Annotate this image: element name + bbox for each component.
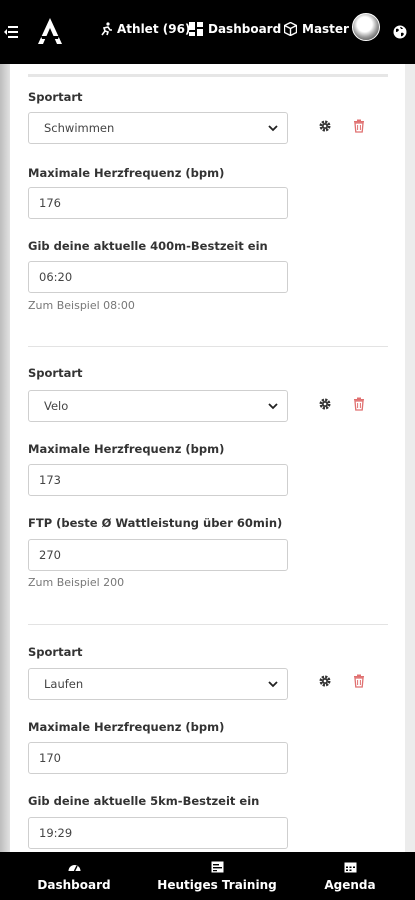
sport-type-value: Schwimmen: [44, 121, 115, 135]
max-heart-rate-input[interactable]: 173: [28, 464, 288, 496]
trash-icon[interactable]: [352, 397, 366, 411]
master-menu-label: Master: [302, 22, 349, 36]
performance-hint: Zum Beispiel 08:00: [28, 299, 135, 312]
max-heart-rate-label: Maximale Herzfrequenz (bpm): [28, 166, 225, 180]
dashboard-menu-label: Dashboard: [208, 22, 282, 36]
sport-type-select[interactable]: Schwimmen: [28, 112, 288, 144]
performance-value: 270: [39, 548, 61, 562]
sport-type-value: Laufen: [44, 677, 84, 691]
cube-icon: [284, 22, 297, 36]
performance-label: Gib deine aktuelle 5km-Bestzeit ein: [28, 794, 260, 808]
performance-value: 19:29: [39, 826, 73, 840]
sport-type-label: Sportart: [28, 90, 83, 104]
brand-logo-icon[interactable]: [38, 18, 62, 44]
sport-settings-panel: Sportart Schwimmen Maximale Herzfrequenz…: [10, 64, 405, 852]
trash-icon[interactable]: [352, 119, 366, 133]
gear-icon[interactable]: [318, 397, 332, 411]
right-edge: [405, 64, 415, 852]
divider: [28, 74, 388, 77]
section-divider: [28, 624, 388, 625]
athlete-menu-button[interactable]: Athlet (96): [99, 22, 190, 36]
sidebar-edge: [0, 64, 10, 852]
sport-type-select[interactable]: Velo: [28, 390, 288, 422]
chevron-down-icon: [268, 403, 278, 410]
max-heart-rate-value: 170: [39, 751, 61, 765]
globe-icon[interactable]: [393, 25, 407, 39]
performance-input[interactable]: 06:20: [28, 261, 288, 293]
master-menu-button[interactable]: Master: [284, 22, 349, 36]
trash-icon[interactable]: [352, 674, 366, 688]
nav-agenda-label: Agenda: [324, 877, 376, 892]
max-heart-rate-input[interactable]: 176: [28, 187, 288, 219]
dashboard-icon: [189, 22, 203, 36]
performance-input[interactable]: 270: [28, 539, 288, 571]
training-card-icon: [211, 861, 223, 872]
top-navigation-bar: Athlet (96) Dashboard Master: [0, 0, 415, 64]
nav-dashboard-label: Dashboard: [37, 877, 111, 892]
performance-label: Gib deine aktuelle 400m-Bestzeit ein: [28, 239, 268, 253]
nav-dashboard[interactable]: Dashboard: [37, 852, 111, 900]
nav-agenda[interactable]: Agenda: [324, 852, 376, 900]
dashboard-menu-button[interactable]: Dashboard: [189, 22, 281, 36]
speedometer-icon: [68, 864, 80, 871]
max-heart-rate-label: Maximale Herzfrequenz (bpm): [28, 720, 225, 734]
sport-type-label: Sportart: [28, 366, 83, 380]
max-heart-rate-value: 173: [39, 473, 61, 487]
section-divider: [28, 346, 388, 347]
sport-type-value: Velo: [44, 399, 69, 413]
sport-type-label: Sportart: [28, 645, 83, 659]
max-heart-rate-label: Maximale Herzfrequenz (bpm): [28, 442, 225, 456]
gear-icon[interactable]: [318, 674, 332, 688]
nav-todays-training[interactable]: Heutiges Training: [157, 852, 277, 900]
performance-input[interactable]: 19:29: [28, 817, 288, 849]
max-heart-rate-input[interactable]: 170: [28, 742, 288, 774]
max-heart-rate-value: 176: [39, 196, 61, 210]
running-icon: [101, 22, 112, 36]
calendar-icon: [344, 862, 356, 872]
performance-hint: Zum Beispiel 200: [28, 576, 125, 589]
nav-todays-training-label: Heutiges Training: [157, 877, 277, 892]
chevron-down-icon: [268, 125, 278, 132]
avatar[interactable]: [352, 13, 380, 41]
bottom-navigation-bar: Dashboard Heutiges Training Agenda: [0, 852, 415, 900]
gear-icon[interactable]: [318, 119, 332, 133]
menu-collapse-icon[interactable]: [4, 26, 18, 38]
athlete-menu-label: Athlet (96): [117, 22, 191, 36]
performance-value: 06:20: [39, 270, 73, 284]
sport-type-select[interactable]: Laufen: [28, 668, 288, 700]
performance-label: FTP (beste Ø Wattleistung über 60min): [28, 516, 283, 530]
chevron-down-icon: [268, 681, 278, 688]
